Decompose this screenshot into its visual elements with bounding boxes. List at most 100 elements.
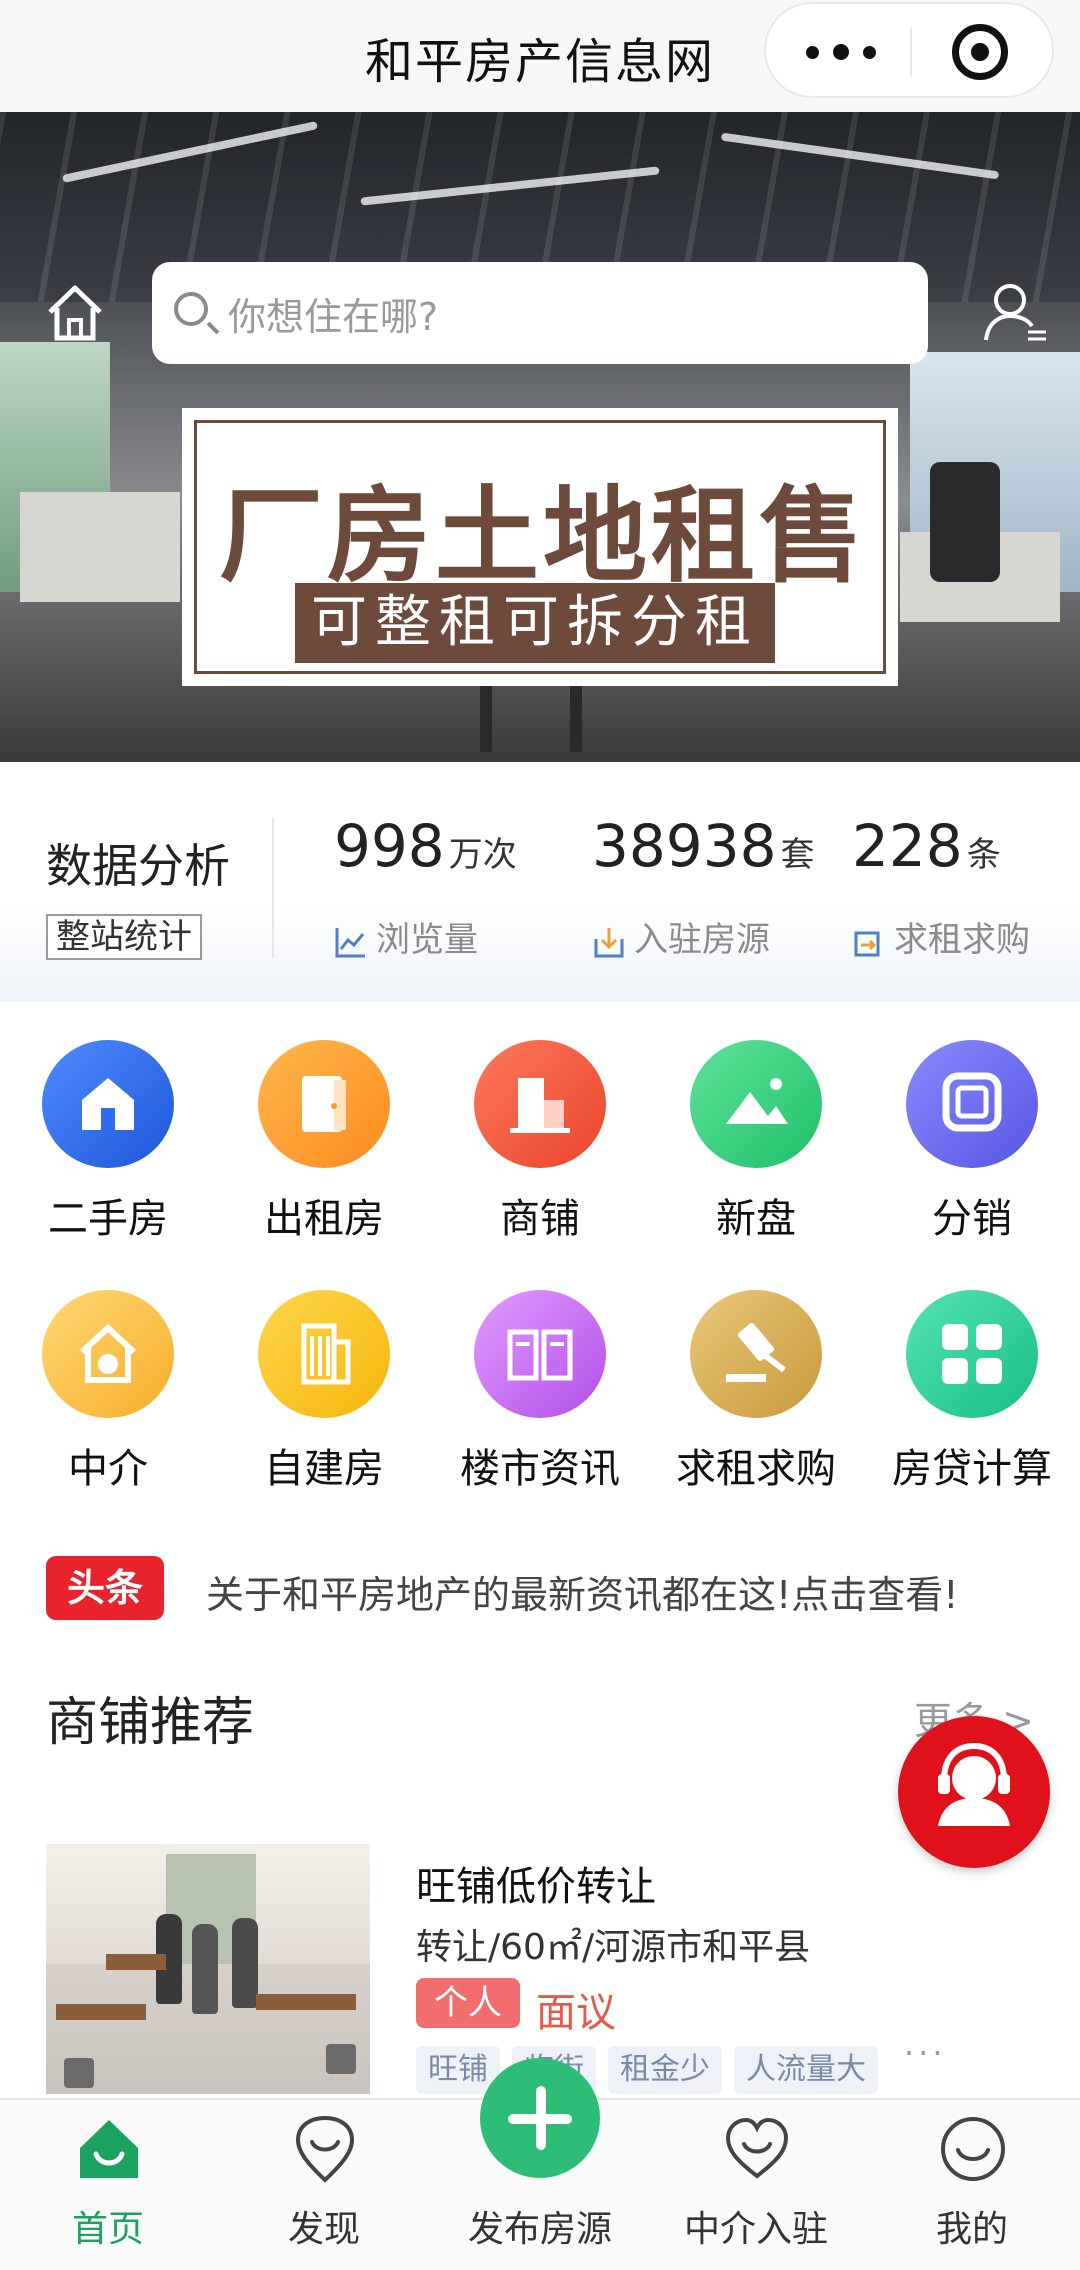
stat-requests: 228 条 求租求购 xyxy=(852,812,1030,960)
promo-subline: 可整租可拆分租 xyxy=(295,583,775,663)
tab-label: 中介入驻 xyxy=(683,2209,828,2250)
capsule-divider xyxy=(910,28,912,76)
tab-label: 发布房源 xyxy=(467,2209,612,2250)
tab-label: 发现 xyxy=(287,2209,360,2250)
stat-value: 228 xyxy=(852,812,963,880)
tab-discover[interactable]: 发现 xyxy=(216,2100,432,2270)
tab-label: 我的 xyxy=(935,2209,1008,2250)
category-distribution[interactable]: 分销 xyxy=(864,1030,1080,1260)
discover-icon xyxy=(295,2115,355,2183)
stat-unit: 套 xyxy=(780,835,815,875)
category-agent[interactable]: 中介 xyxy=(0,1280,216,1510)
stats-tag: 整站统计 xyxy=(46,914,202,960)
listing-title[interactable]: 旺铺低价转让 xyxy=(416,1854,656,1912)
home-icon[interactable] xyxy=(44,282,106,344)
download-icon xyxy=(594,927,624,957)
mini-program-capsule xyxy=(764,2,1054,98)
category-new-development[interactable]: 新盘 xyxy=(648,1030,864,1260)
listing-tag: 租金少 xyxy=(608,2046,722,2094)
tab-mine[interactable]: 我的 xyxy=(864,2100,1080,2270)
stats-label: 数据分析 xyxy=(46,839,230,893)
title-bar: 和平房产信息网 xyxy=(0,0,1080,112)
user-menu-icon[interactable] xyxy=(980,278,1050,348)
thumb-bin xyxy=(326,2044,356,2074)
thumb-table xyxy=(106,1954,166,1970)
stat-unit: 条 xyxy=(966,835,1001,875)
owner-type-badge: 个人 xyxy=(416,1978,520,2028)
shop-icon xyxy=(474,1040,606,1168)
listing-thumbnail[interactable] xyxy=(46,1844,370,2094)
stat-caption: 入驻房源 xyxy=(592,912,770,961)
heart-icon xyxy=(725,2117,789,2179)
category-label: 分销 xyxy=(932,1196,1012,1242)
listing-tag: 人流量大 xyxy=(734,2046,878,2094)
search-icon xyxy=(174,292,208,326)
data-analysis-panel: 数据分析 整站统计 998 万次 浏览量 38938 套 入驻房源 228 条 求租求… xyxy=(0,762,1080,1002)
category-label: 自建房 xyxy=(264,1446,384,1492)
door-icon xyxy=(258,1040,390,1168)
stats-divider xyxy=(272,818,274,958)
listing-price: 面议 xyxy=(536,1990,616,2036)
category-label: 二手房 xyxy=(48,1196,168,1242)
chart-icon xyxy=(335,927,365,957)
thumb-person xyxy=(232,1918,258,2008)
more-options-icon[interactable] xyxy=(806,34,876,70)
thumb-bin xyxy=(64,2058,94,2088)
banner-chair xyxy=(930,462,1000,582)
category-label: 求租求购 xyxy=(676,1446,836,1492)
category-rental[interactable]: 出租房 xyxy=(216,1030,432,1260)
category-second-hand[interactable]: 二手房 xyxy=(0,1030,216,1260)
stat-unit: 万次 xyxy=(448,835,517,875)
book-icon xyxy=(474,1290,606,1418)
listing-meta: 转让/60㎡/河源市和平县 xyxy=(416,1927,811,1968)
section-title: 商铺推荐 xyxy=(46,1693,255,1753)
category-label: 房贷计算 xyxy=(892,1446,1052,1492)
category-label: 新盘 xyxy=(716,1196,796,1242)
transfer-icon xyxy=(854,931,880,956)
gavel-icon xyxy=(690,1290,822,1418)
banner-desk xyxy=(20,492,180,602)
category-self-built[interactable]: 自建房 xyxy=(216,1280,432,1510)
stat-views: 998 万次 浏览量 xyxy=(334,812,517,960)
category-shop[interactable]: 商铺 xyxy=(432,1030,648,1260)
listing-tags: 旺铺 临街 租金少 人流量大 xyxy=(416,2046,878,2094)
square-icon xyxy=(906,1040,1038,1168)
category-label: 中介 xyxy=(68,1446,148,1492)
category-label: 楼市资讯 xyxy=(460,1446,620,1492)
publish-plus-button[interactable] xyxy=(480,2058,600,2178)
listing-more-icon[interactable]: ··· xyxy=(904,2034,947,2072)
thumb-table xyxy=(256,1994,356,2010)
close-miniprogram-icon[interactable] xyxy=(952,24,1008,80)
building-icon xyxy=(258,1290,390,1418)
category-label: 出租房 xyxy=(264,1196,384,1242)
thumb-table xyxy=(56,2004,146,2020)
stat-value: 38938 xyxy=(592,812,777,880)
calculator-icon xyxy=(906,1290,1038,1418)
category-market-news[interactable]: 楼市资讯 xyxy=(432,1280,648,1510)
hero-banner[interactable]: 你想住在哪? 厂房土地租售 可整租可拆分租 xyxy=(0,112,1080,762)
agent-house-icon xyxy=(42,1290,174,1418)
promo-card[interactable]: 厂房土地租售 可整租可拆分租 xyxy=(182,408,898,686)
search-placeholder: 你想住在哪? xyxy=(228,295,439,339)
promo-headline: 厂房土地租售 xyxy=(218,474,867,597)
stat-listings: 38938 套 入驻房源 xyxy=(592,812,815,960)
mountain-icon xyxy=(690,1040,822,1168)
tab-label: 首页 xyxy=(71,2209,144,2250)
promo-frame: 厂房土地租售 可整租可拆分租 xyxy=(194,420,886,674)
headline-text[interactable]: 关于和平房地产的最新资讯都在这!点击查看! xyxy=(206,1564,958,1619)
stat-caption: 求租求购 xyxy=(852,912,1030,961)
category-rent-buy-request[interactable]: 求租求购 xyxy=(648,1280,864,1510)
category-label: 商铺 xyxy=(500,1196,580,1242)
home-icon xyxy=(80,2120,138,2178)
tab-agent-join[interactable]: 中介入驻 xyxy=(648,2100,864,2270)
stat-caption: 浏览量 xyxy=(334,912,478,961)
news-ticker[interactable]: 头条 关于和平房地产的最新资讯都在这!点击查看! xyxy=(46,1556,1046,1622)
stat-value: 998 xyxy=(334,812,445,880)
house-icon xyxy=(42,1040,174,1168)
search-input[interactable]: 你想住在哪? xyxy=(152,262,928,364)
tab-home[interactable]: 首页 xyxy=(0,2100,216,2270)
thumb-person xyxy=(192,1924,218,2014)
smile-icon xyxy=(941,2117,1005,2181)
category-mortgage-calculator[interactable]: 房贷计算 xyxy=(864,1280,1080,1510)
headline-badge: 头条 xyxy=(46,1556,164,1620)
